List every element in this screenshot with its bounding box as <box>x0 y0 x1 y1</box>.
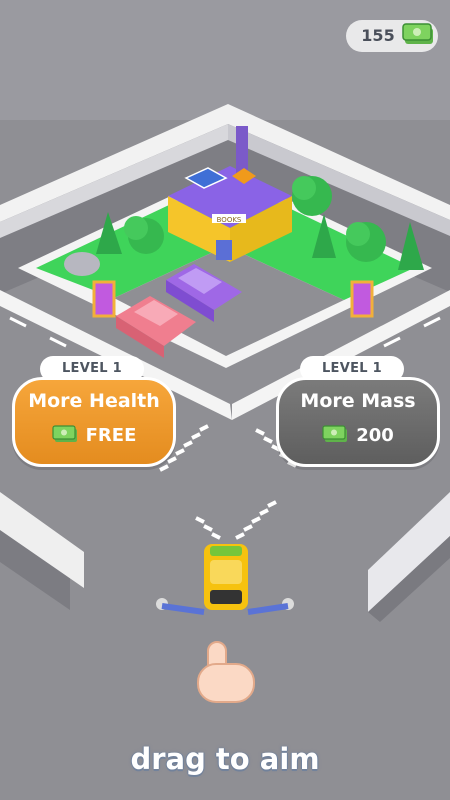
more-mass-button[interactable]: More Mass 200 <box>276 377 440 467</box>
drag-to-aim-hint: drag to aim <box>130 742 320 776</box>
more-health-price-text: FREE <box>85 424 137 446</box>
more-health-button[interactable]: More Health FREE <box>12 377 176 467</box>
cash-stack-icon <box>402 23 433 44</box>
currency-counter: 155 <box>346 20 438 52</box>
more-mass-price-text: 200 <box>356 424 394 446</box>
more-health-price: FREE <box>15 422 173 448</box>
more-mass-price: 200 <box>279 422 437 448</box>
player-taxi[interactable] <box>204 544 248 610</box>
more-mass-title: More Mass <box>300 390 416 412</box>
cash-icon <box>52 425 77 442</box>
cash-icon <box>322 425 348 442</box>
more-health-title: More Health <box>28 390 160 412</box>
currency-value: 155 <box>361 26 395 45</box>
background-floor <box>0 0 450 120</box>
bookstore-sign: BOOKS <box>217 216 242 224</box>
